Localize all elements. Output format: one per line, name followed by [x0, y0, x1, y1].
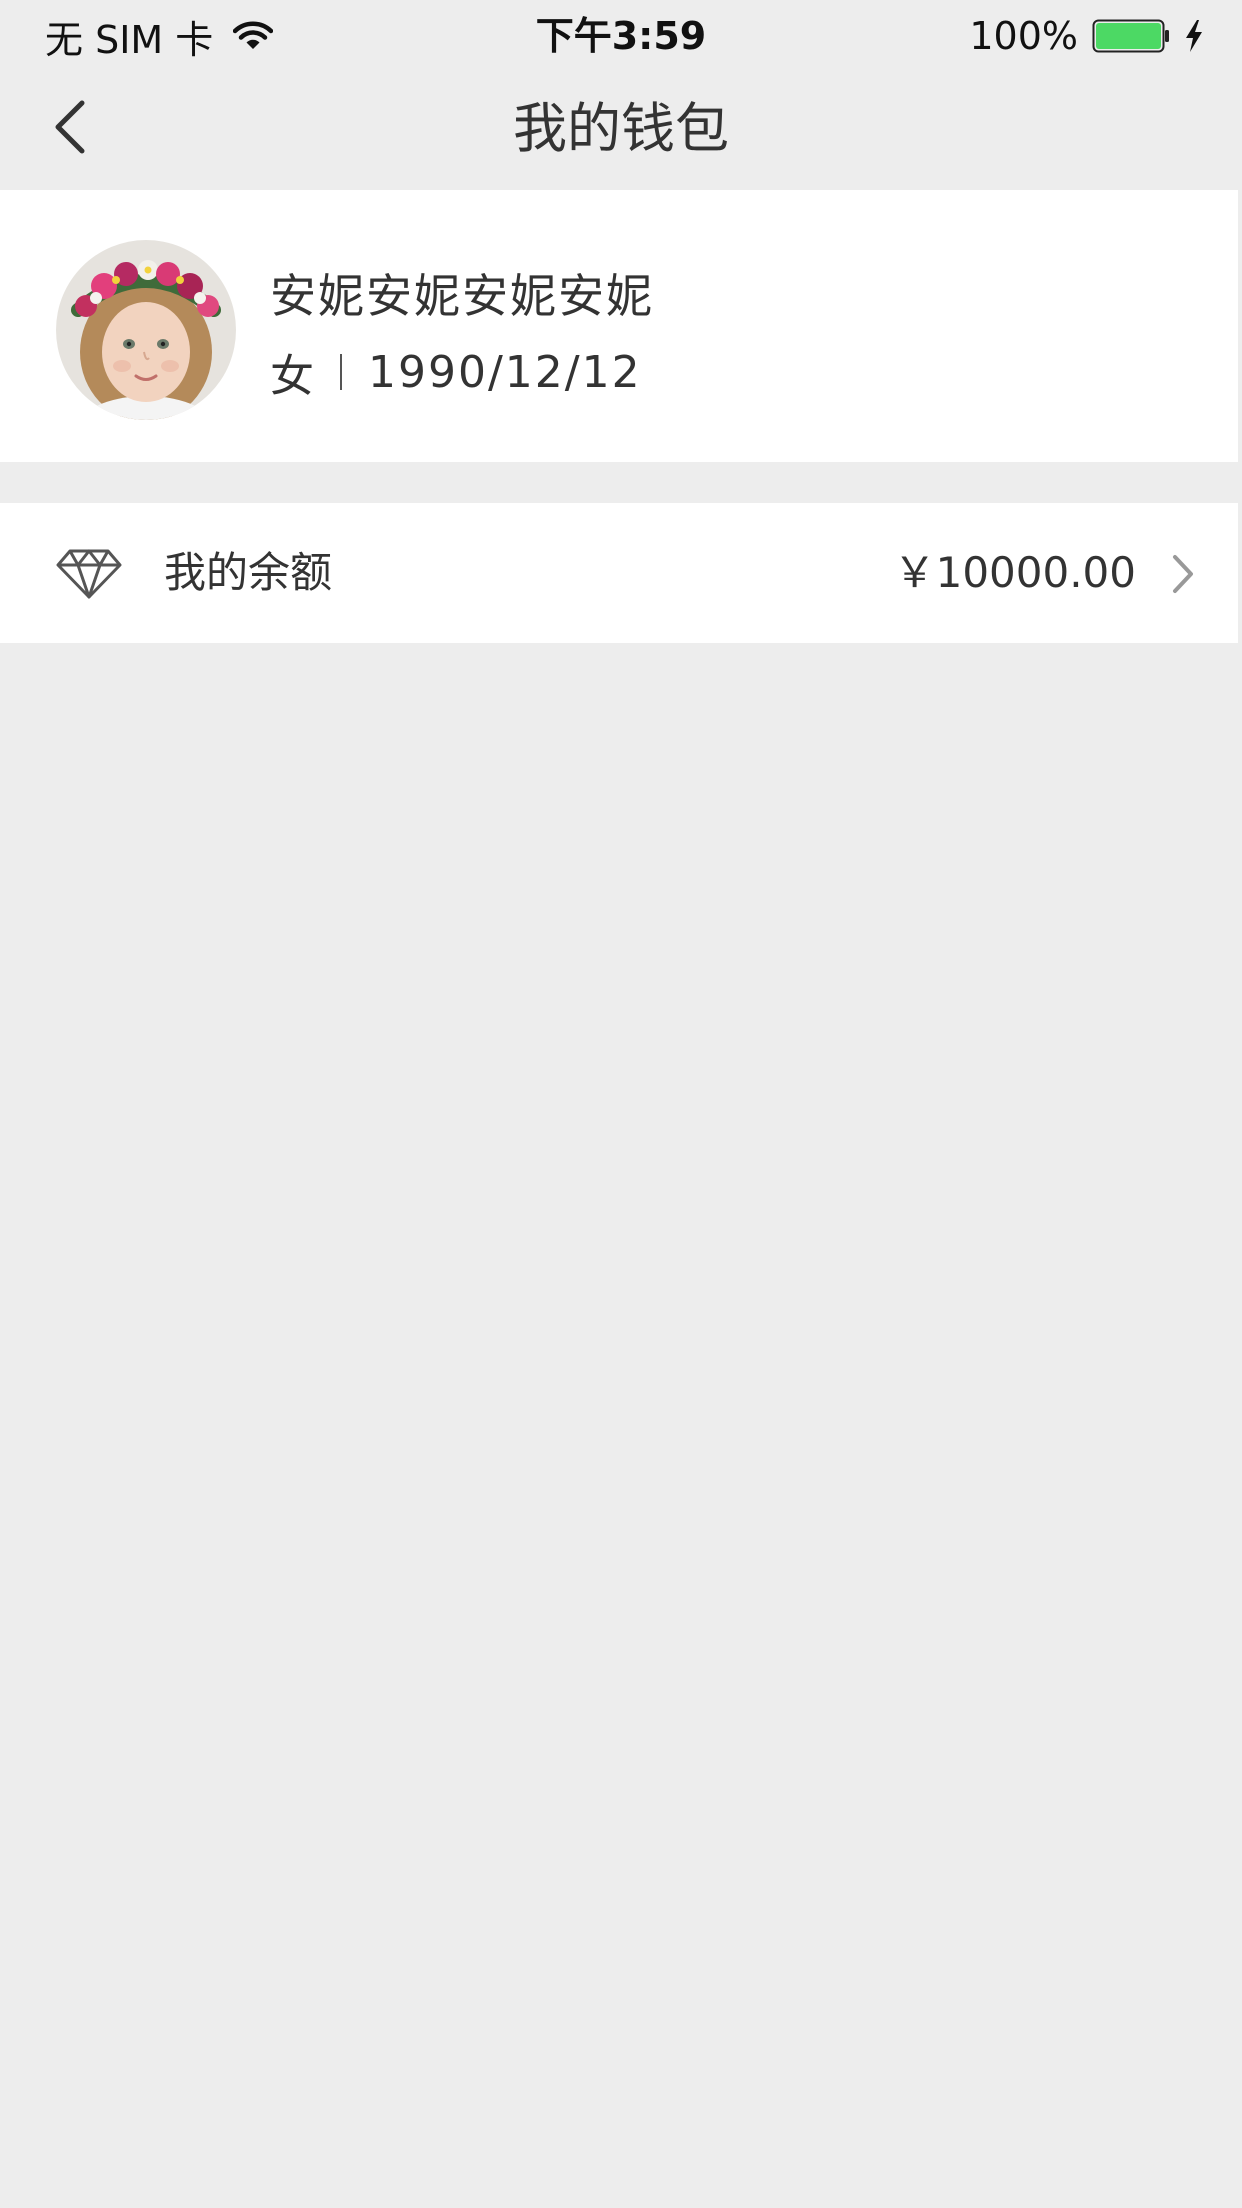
nav-bar: 我的钱包: [0, 72, 1242, 190]
page-title: 我的钱包: [513, 97, 729, 160]
balance-row[interactable]: 我的余额 ￥10000.00: [0, 503, 1238, 643]
charging-bolt-icon: [1184, 19, 1204, 53]
chevron-right-icon: [1170, 553, 1196, 595]
balance-amount: ￥10000.00: [893, 548, 1136, 597]
profile-birthday: 1990/12/12: [368, 346, 642, 398]
profile-meta: 女 1990/12/12: [270, 340, 642, 404]
avatar-photo: [56, 240, 236, 420]
status-right: 100%: [969, 12, 1204, 60]
profile-card: 安妮安妮安妮安妮 女 1990/12/12: [0, 190, 1238, 462]
avatar[interactable]: [56, 240, 236, 420]
profile-gender: 女: [270, 351, 314, 402]
profile-name: 安妮安妮安妮安妮: [270, 269, 654, 323]
balance-label: 我的余额: [164, 548, 333, 597]
battery-icon: [1092, 19, 1170, 53]
battery-percent: 100%: [969, 14, 1078, 58]
status-bar: 无 SIM 卡 下午3:59 100%: [0, 0, 1242, 72]
meta-divider: [340, 354, 342, 390]
diamond-icon: [56, 548, 122, 600]
